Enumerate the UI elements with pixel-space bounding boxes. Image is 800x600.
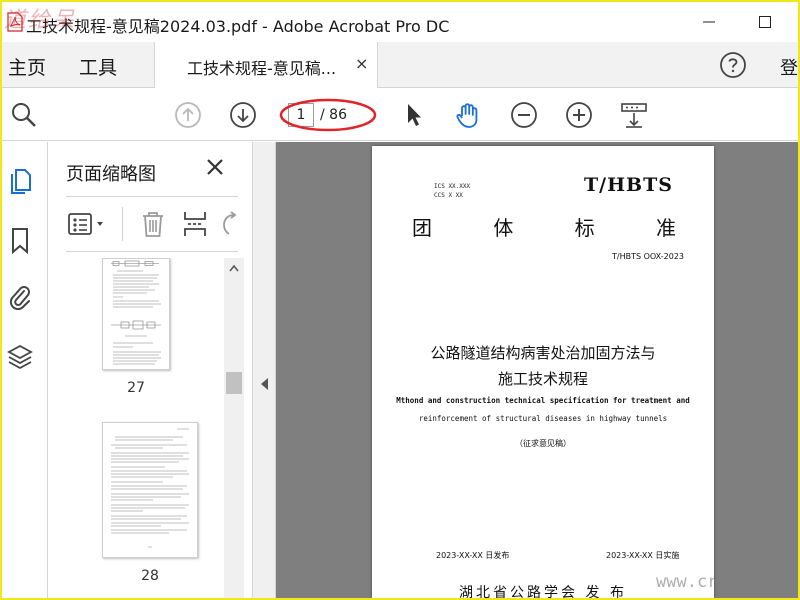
implementation-date: 2023-XX-XX 日实施 — [606, 551, 680, 560]
login-link[interactable]: 登 — [780, 54, 798, 80]
delete-page-icon[interactable] — [138, 209, 168, 239]
document-tab-label: 工技术规程-意见稿... — [187, 59, 337, 78]
attachment-icon[interactable] — [7, 282, 33, 310]
window-title: 工技术规程-意见稿2024.03.pdf - Adobe Acrobat Pro… — [26, 17, 450, 36]
toolbar: 1 / 86 — [2, 89, 798, 141]
insert-page-icon[interactable] — [180, 209, 210, 239]
toolbar-divider — [122, 207, 123, 241]
pdf-file-icon — [7, 12, 23, 32]
thumbnail-options-icon[interactable] — [66, 209, 112, 239]
search-icon[interactable] — [10, 101, 38, 129]
acrobat-window: 工技术规程-意见稿2024.03.pdf - Adobe Acrobat Pro… — [2, 2, 798, 598]
collapse-left-icon[interactable] — [261, 378, 269, 390]
thumbnail-content — [111, 260, 161, 365]
layers-icon[interactable] — [7, 342, 33, 370]
page-total: / 86 — [320, 107, 347, 123]
draft-note: （征求意见稿） — [515, 439, 571, 448]
page-number-input[interactable]: 1 — [288, 103, 314, 127]
maximize-button[interactable] — [750, 10, 780, 34]
minimize-icon — [703, 21, 715, 23]
select-arrow-icon[interactable] — [400, 101, 428, 129]
thumbnail-list: 27 28 — [66, 258, 222, 598]
ccs-code: CCS X XX — [434, 192, 463, 199]
thumbnail-page-27[interactable] — [102, 258, 170, 370]
standard-brand: T/HBTS — [584, 174, 673, 196]
thumbnail-content — [111, 428, 189, 548]
standard-type-title: 团 体 标 准 — [412, 212, 676, 241]
title-char: 体 — [493, 216, 514, 240]
zoom-out-icon[interactable] — [510, 101, 538, 129]
chevron-up-icon — [229, 264, 239, 272]
title-char: 准 — [655, 216, 676, 240]
title-char: 团 — [412, 216, 432, 240]
thumbnail-page-28[interactable] — [102, 422, 198, 558]
previous-page-icon[interactable] — [174, 101, 202, 129]
pdf-page: ICS XX.XXX CCS X XX T/HBTS 团 体 标 准 T/HBT… — [372, 146, 714, 598]
menu-bar: 主页 工具 工技术规程-意见稿... × 登 — [2, 42, 798, 88]
menu-home[interactable]: 主页 — [8, 53, 46, 80]
left-nav-rail — [2, 142, 48, 598]
marquee-zoom-icon[interactable] — [620, 101, 648, 129]
ics-code: ICS XX.XXX — [434, 183, 471, 190]
title-bar: 工技术规程-意见稿2024.03.pdf - Adobe Acrobat Pro… — [2, 2, 798, 42]
zoom-in-icon[interactable] — [565, 101, 593, 129]
classification-codes: ICS XX.XXX CCS X XX — [434, 182, 470, 200]
panel-title: 页面缩略图 — [66, 164, 156, 185]
panel-collapse-strip[interactable] — [252, 142, 276, 598]
next-page-icon[interactable] — [229, 101, 257, 129]
menu-tools[interactable]: 工具 — [79, 53, 117, 80]
maximize-icon — [759, 16, 771, 28]
publisher: 湖北省公路学会 发 布 — [459, 585, 627, 598]
close-icon[interactable] — [204, 156, 226, 178]
document-tab[interactable]: 工技术规程-意见稿... × — [154, 42, 378, 88]
thumbnail-page-number: 28 — [141, 568, 159, 584]
thumbnail-page-number: 27 — [127, 380, 145, 396]
english-title-line1: Mthond and construction technical specif… — [396, 396, 690, 405]
english-title-line2: reinforcement of structural diseases in … — [418, 414, 668, 423]
scroll-up-button[interactable] — [224, 258, 244, 278]
minimize-button[interactable] — [694, 10, 724, 34]
standard-number: T/HBTS OOX-2023 — [612, 252, 685, 261]
scrollbar-thumb[interactable] — [226, 372, 242, 394]
bookmark-icon[interactable] — [7, 226, 33, 254]
document-title-line2: 施工技术规程 — [497, 370, 588, 388]
publish-date: 2023-XX-XX 日发布 — [436, 551, 510, 560]
title-char: 标 — [574, 216, 595, 240]
thumbnail-toolbar — [66, 196, 238, 252]
tab-close-button[interactable]: × — [355, 54, 368, 73]
help-icon[interactable] — [718, 50, 748, 80]
document-viewer[interactable]: ICS XX.XXX CCS X XX T/HBTS 团 体 标 准 T/HBT… — [276, 142, 798, 598]
thumbnail-panel: 页面缩略图 27 28 — [48, 142, 252, 598]
rotate-page-icon[interactable] — [218, 209, 238, 239]
page-thumbnails-icon[interactable] — [7, 166, 33, 194]
hand-tool-icon[interactable] — [454, 101, 482, 129]
thumbnail-scrollbar[interactable] — [224, 258, 244, 598]
document-title-line1: 公路隧道结构病害处治加固方法与 — [430, 344, 656, 362]
